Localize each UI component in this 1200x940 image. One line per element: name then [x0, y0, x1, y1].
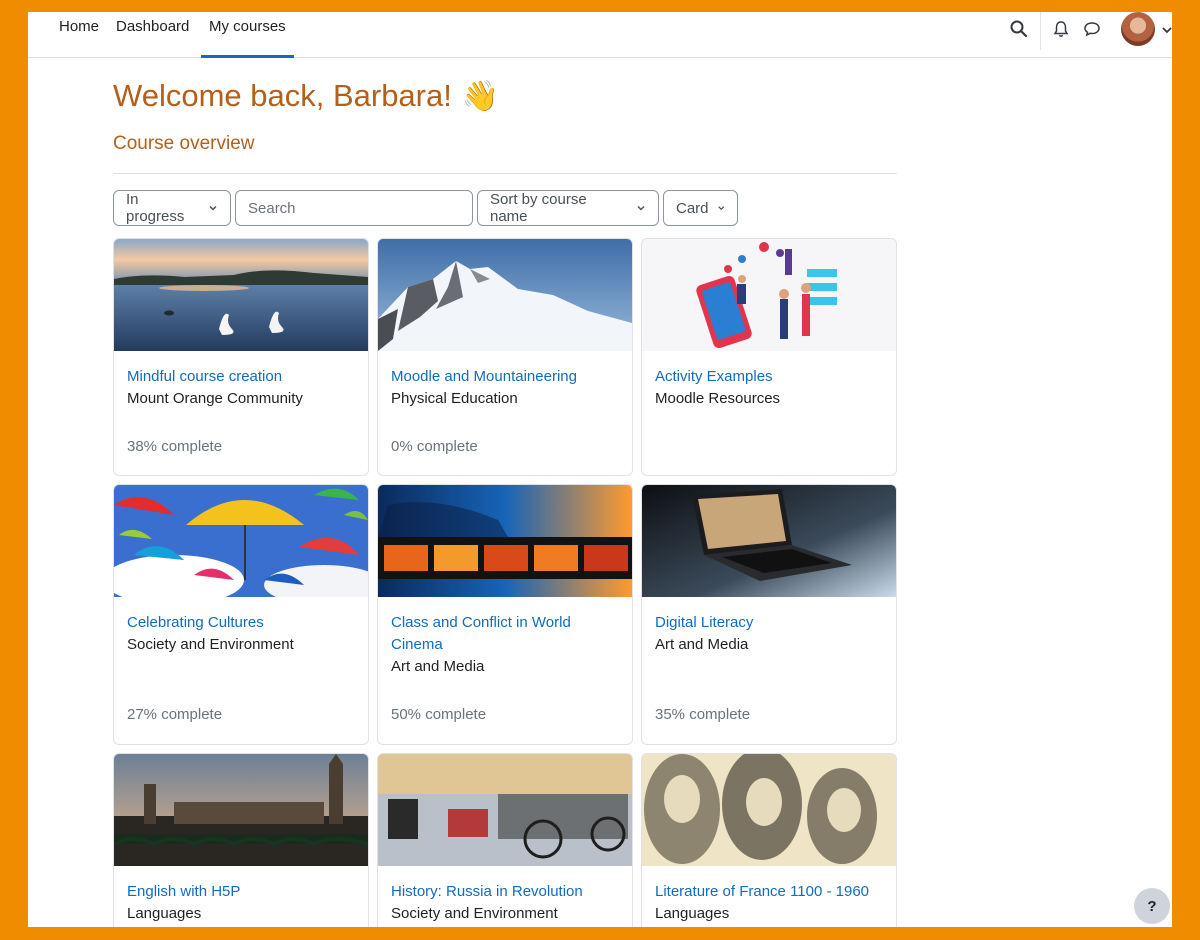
messages-icon[interactable]: [1082, 19, 1102, 39]
course-image-umbrellas[interactable]: [114, 485, 368, 597]
course-progress: 38% complete: [127, 438, 223, 455]
course-category: Art and Media: [391, 658, 485, 675]
user-menu-chevron-icon[interactable]: [1161, 24, 1172, 36]
search-icon[interactable]: [1009, 19, 1029, 39]
course-card[interactable]: Mindful course creation Mount Orange Com…: [113, 238, 369, 476]
course-title-link[interactable]: Digital Literacy: [655, 612, 885, 634]
course-card[interactable]: English with H5P Languages: [113, 753, 369, 927]
view-dropdown-label: Card: [676, 199, 709, 217]
page: Home Dashboard My courses Welcome back, …: [28, 12, 1172, 927]
course-card[interactable]: Moodle and Mountaineering Physical Educa…: [377, 238, 633, 476]
course-progress: 0% complete: [391, 438, 478, 455]
course-card[interactable]: Literature of France 1100 - 1960 Languag…: [641, 753, 897, 927]
course-card[interactable]: Digital Literacy Art and Media 35% compl…: [641, 484, 897, 745]
course-category: Languages: [127, 905, 202, 922]
chevron-down-icon: [717, 206, 724, 211]
sort-dropdown-label: Sort by course name: [490, 191, 587, 225]
nav-home[interactable]: Home: [59, 12, 99, 58]
course-category: Physical Education: [391, 390, 518, 407]
course-image-carriages[interactable]: [378, 754, 632, 866]
nav-my-courses[interactable]: My courses: [201, 12, 294, 58]
course-category: Mount Orange Community: [127, 390, 303, 407]
course-category: Society and Environment: [391, 905, 558, 922]
welcome-text: Welcome back, Barbara!: [113, 78, 452, 113]
course-category: Society and Environment: [127, 636, 294, 653]
section-divider: [113, 173, 897, 174]
section-title: Course overview: [113, 133, 255, 154]
course-title-link[interactable]: English with H5P: [127, 881, 357, 903]
waving-hand-icon: 👋: [461, 79, 500, 113]
search-input[interactable]: [235, 190, 473, 226]
course-progress: 35% complete: [655, 706, 751, 723]
course-title-link[interactable]: Activity Examples: [655, 366, 885, 388]
course-title-link[interactable]: Class and Conflict in World Cinema: [391, 612, 621, 656]
chevron-down-icon: [637, 205, 645, 211]
course-image-london[interactable]: [114, 754, 368, 866]
course-image-film-strip[interactable]: [378, 485, 632, 597]
course-card[interactable]: History: Russia in Revolution Society an…: [377, 753, 633, 927]
bell-icon[interactable]: [1051, 19, 1071, 39]
course-image-authors[interactable]: [642, 754, 896, 866]
nav-dashboard[interactable]: Dashboard: [116, 12, 189, 58]
help-button[interactable]: ?: [1134, 888, 1170, 924]
page-title: Welcome back, Barbara! 👋: [113, 78, 499, 114]
grouping-dropdown[interactable]: In progress: [113, 190, 231, 226]
course-progress: 27% complete: [127, 706, 223, 723]
course-title-link[interactable]: History: Russia in Revolution: [391, 881, 621, 903]
course-card[interactable]: Class and Conflict in World Cinema Art a…: [377, 484, 633, 745]
course-category: Art and Media: [655, 636, 749, 653]
nav-divider: [1040, 12, 1041, 50]
course-image-lake-swans[interactable]: [114, 239, 368, 351]
course-card[interactable]: Activity Examples Moodle Resources: [641, 238, 897, 476]
view-dropdown[interactable]: Card: [663, 190, 738, 226]
user-avatar[interactable]: [1121, 12, 1155, 46]
grouping-dropdown-label: In progress: [126, 191, 185, 225]
course-title-link[interactable]: Celebrating Cultures: [127, 612, 357, 634]
course-image-mountain[interactable]: [378, 239, 632, 351]
course-card[interactable]: Celebrating Cultures Society and Environ…: [113, 484, 369, 745]
top-navbar: Home Dashboard My courses: [28, 12, 1172, 58]
course-image-illustration[interactable]: [642, 239, 896, 351]
chevron-down-icon: [209, 205, 217, 211]
course-category: Moodle Resources: [655, 390, 781, 407]
course-title-link[interactable]: Moodle and Mountaineering: [391, 366, 621, 388]
course-progress: 50% complete: [391, 706, 487, 723]
course-title-link[interactable]: Literature of France 1100 - 1960: [655, 881, 885, 903]
sort-dropdown[interactable]: Sort by course name: [477, 190, 659, 226]
course-title-link[interactable]: Mindful course creation: [127, 366, 357, 388]
course-image-laptop[interactable]: [642, 485, 896, 597]
course-category: Languages: [655, 905, 730, 922]
